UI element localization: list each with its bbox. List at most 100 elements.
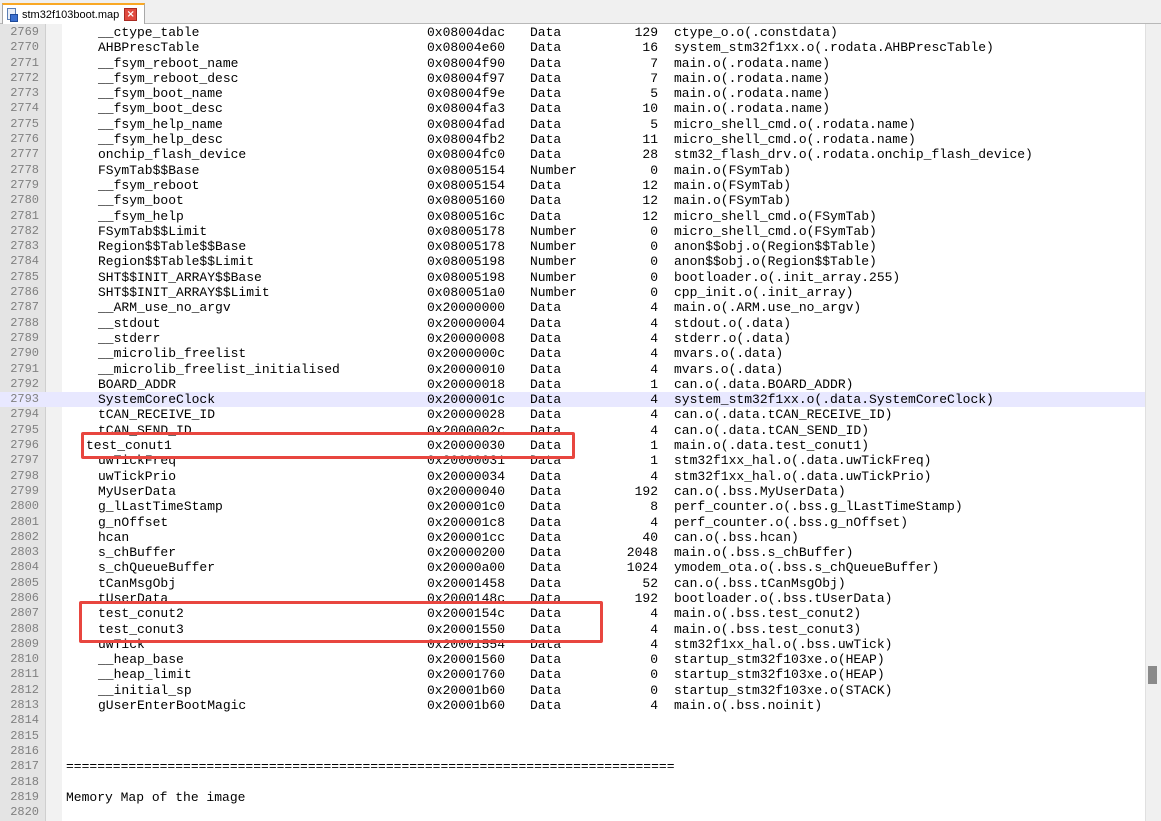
symbol-size: 1024 — [626, 560, 658, 576]
symbol-object: can.o(.bss.MyUserData) — [674, 483, 846, 499]
close-icon[interactable]: × — [124, 8, 138, 21]
symbol-type: Data — [530, 116, 562, 132]
map-line: 2779 __fsym_reboot 0x08005154 Data 12 main.o(… — [0, 178, 1145, 193]
symbol-object: stm32f1xx_hal.o(.data.uwTickPrio) — [674, 468, 932, 484]
map-line: 2782 FSymTab$$Limit 0x08005178 Number 0 micro… — [0, 224, 1145, 239]
symbol-object: main.o(.rodata.name) — [674, 101, 831, 117]
map-line: 2774 __fsym_boot_desc 0x08004fa3 Data 10 main… — [0, 101, 1145, 116]
symbol-name: uwTickPrio — [98, 468, 177, 484]
symbol-size: 40 — [642, 529, 658, 545]
map-line: 2805 tCanMsgObj 0x20001458 Data 52 can.o(.bss… — [0, 576, 1145, 591]
line-number: 2783 — [10, 239, 39, 254]
symbol-type: Number — [530, 239, 577, 255]
symbol-object: main.o(.data.test_conut1) — [674, 438, 870, 454]
symbol-name: __microlib_freelist — [98, 346, 247, 362]
map-line: 2769 __ctype_table 0x08004dac Data 129 ctype_… — [0, 25, 1145, 40]
line-number: 2790 — [10, 346, 39, 361]
symbol-size: 4 — [650, 468, 658, 484]
line-number: 2773 — [10, 86, 39, 101]
map-line: 2812 __initial_sp 0x20001b60 Data 0 startup_s… — [0, 683, 1145, 698]
symbol-size: 7 — [650, 55, 658, 71]
map-line: 2819 Memory Map of the image — [0, 790, 1145, 805]
symbol-size: 4 — [650, 315, 658, 331]
symbol-size: 5 — [650, 86, 658, 102]
symbol-type: Data — [530, 529, 562, 545]
line-number: 2807 — [10, 606, 39, 621]
symbol-type: Data — [530, 682, 562, 698]
map-line: 2798 uwTickPrio 0x20000034 Data 4 stm32f1xx_h… — [0, 469, 1145, 484]
symbol-type: Data — [530, 468, 562, 484]
symbol-object: ymodem_ota.o(.bss.s_chQueueBuffer) — [674, 560, 940, 576]
map-line: 2820 — [0, 805, 1145, 820]
symbol-type: Data — [530, 132, 562, 148]
line-number: 2806 — [10, 590, 39, 605]
symbol-type: Number — [530, 269, 577, 285]
line-number: 2795 — [10, 422, 39, 437]
map-line: 2792 BOARD_ADDR 0x20000018 Data 1 can.o(.data… — [0, 377, 1145, 392]
document-save-icon — [6, 7, 18, 22]
vertical-scrollbar[interactable] — [1145, 24, 1161, 821]
symbol-size: 4 — [650, 346, 658, 362]
map-line: 2787 __ARM_use_no_argv 0x20000000 Data 4 main… — [0, 300, 1145, 315]
symbol-name: s_chBuffer — [98, 545, 177, 561]
symbol-object: can.o(.bss.hcan) — [674, 529, 799, 545]
symbol-name: __ARM_use_no_argv — [98, 300, 231, 316]
line-number: 2792 — [10, 376, 39, 391]
line-number: 2791 — [10, 361, 39, 376]
symbol-object: ctype_o.o(.constdata) — [674, 25, 838, 40]
symbol-name: Region$$Table$$Limit — [98, 254, 255, 270]
symbol-size: 0 — [650, 162, 658, 178]
symbol-name: __stderr — [98, 330, 161, 346]
symbol-address: 0x20000200 — [427, 545, 506, 561]
editor-area[interactable]: 2769 __ctype_table 0x08004dac Data 129 ctype_… — [0, 24, 1145, 821]
line-number: 2786 — [10, 285, 39, 300]
symbol-type: Data — [530, 177, 562, 193]
symbol-object: micro_shell_cmd.o(FSymTab) — [674, 223, 877, 239]
symbol-address: 0x08005198 — [427, 254, 506, 270]
symbol-object: stm32_flash_drv.o(.rodata.onchip_flash_d… — [674, 147, 1033, 163]
map-line: 2816 — [0, 744, 1145, 759]
map-line: 2818 — [0, 775, 1145, 790]
symbol-object: anon$$obj.o(Region$$Table) — [674, 239, 877, 255]
symbol-size: 12 — [642, 177, 658, 193]
symbol-size: 52 — [642, 575, 658, 591]
symbol-address: 0x200001c0 — [427, 499, 506, 515]
line-number: 2810 — [10, 652, 39, 667]
symbol-object: can.o(.data.BOARD_ADDR) — [674, 376, 854, 392]
symbol-name: __initial_sp — [98, 682, 192, 698]
map-line: 2784 Region$$Table$$Limit 0x08005198 Number… — [0, 254, 1145, 269]
symbol-size: 0 — [650, 682, 658, 698]
symbol-object: startup_stm32f103xe.o(HEAP) — [674, 667, 885, 683]
map-line: 2813 gUserEnterBootMagic 0x20001b60 Data 4 ma… — [0, 698, 1145, 713]
symbol-object: system_stm32f1xx.o(.data.SystemCoreClock… — [674, 392, 994, 408]
line-number: 2813 — [10, 698, 39, 713]
symbol-size: 1 — [650, 438, 658, 454]
symbol-address: 0x08005160 — [427, 193, 506, 209]
line-number: 2811 — [10, 667, 39, 682]
symbol-name: BOARD_ADDR — [98, 376, 177, 392]
map-line: 2790 __microlib_freelist 0x2000000c Data 4 mv… — [0, 346, 1145, 361]
tab-bar: stm32f103boot.map × — [0, 0, 1161, 24]
symbol-address: 0x20000040 — [427, 483, 506, 499]
file-tab[interactable]: stm32f103boot.map × — [2, 3, 145, 24]
symbol-name: __stdout — [98, 315, 161, 331]
symbol-type: Data — [530, 330, 562, 346]
symbol-size: 11 — [642, 132, 658, 148]
symbol-name: FSymTab$$Limit — [98, 223, 208, 239]
symbol-object: main.o(.bss.test_conut2) — [674, 606, 862, 622]
scrollbar-thumb[interactable] — [1148, 666, 1157, 684]
symbol-object: main.o(FSymTab) — [674, 162, 792, 178]
line-number: 2789 — [10, 330, 39, 345]
line-number: 2775 — [10, 116, 39, 131]
symbol-name: __ctype_table — [98, 25, 200, 40]
symbol-object: anon$$obj.o(Region$$Table) — [674, 254, 877, 270]
map-line: 2793 SystemCoreClock 0x2000001c Data 4 system… — [0, 392, 1145, 408]
symbol-size: 4 — [650, 300, 658, 316]
line-number: 2787 — [10, 300, 39, 315]
map-line: 2801 g_nOffset 0x200001c8 Data 4 perf_counter… — [0, 515, 1145, 530]
symbol-name: __fsym_reboot — [98, 177, 200, 193]
symbol-address: 0x20001458 — [427, 575, 506, 591]
map-line: 2794 tCAN_RECEIVE_ID 0x20000028 Data 4 can.o(… — [0, 407, 1145, 422]
map-line: 2803 s_chBuffer 0x20000200 Data 2048 main.o(.… — [0, 545, 1145, 560]
symbol-address: 0x20001b60 — [427, 698, 506, 714]
